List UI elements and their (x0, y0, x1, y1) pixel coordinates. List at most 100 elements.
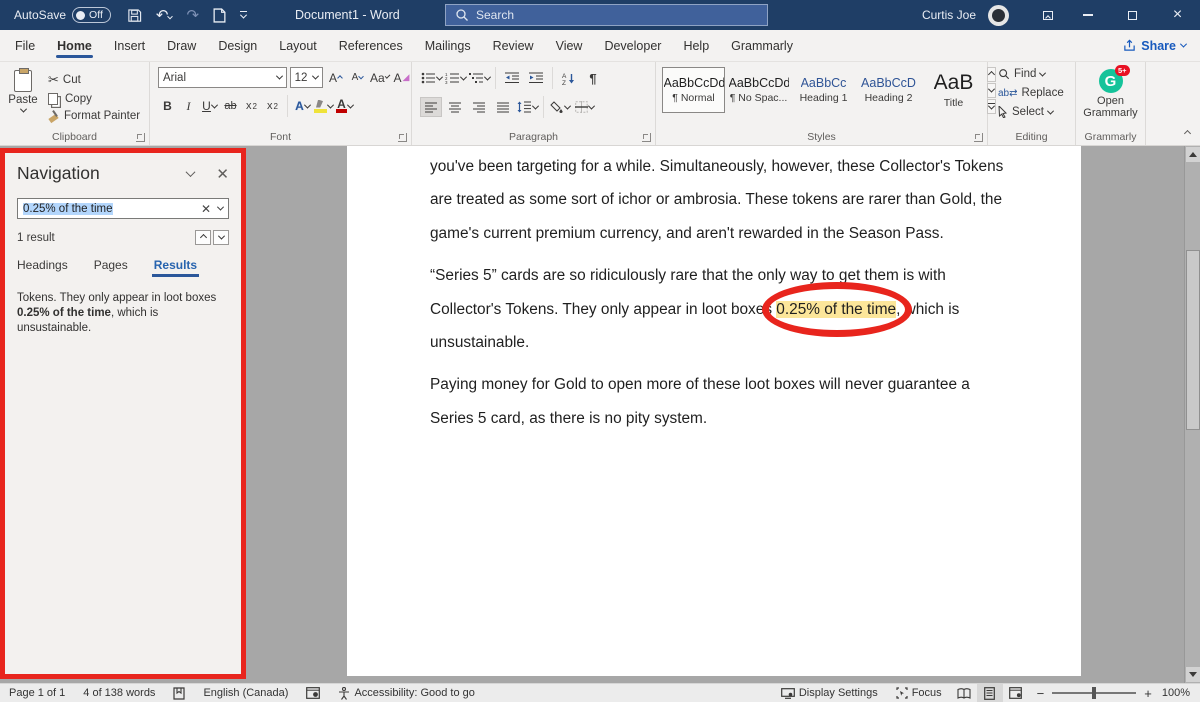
style-heading-1[interactable]: AaBbCcHeading 1 (792, 67, 855, 113)
change-case-button[interactable]: Aa (370, 68, 389, 88)
subscript-button[interactable]: x2 (242, 96, 261, 116)
redo-button[interactable]: ↷ (186, 6, 199, 24)
tab-draw[interactable]: Draw (156, 30, 207, 61)
chevron-down-icon[interactable] (186, 167, 196, 177)
maximize-button[interactable] (1110, 0, 1155, 30)
text-effects-button[interactable]: A (293, 96, 312, 116)
multilevel-list-button[interactable] (468, 68, 490, 88)
scroll-down-button[interactable] (1186, 667, 1200, 682)
decrease-indent-button[interactable] (501, 68, 523, 88)
grammarly-icon[interactable]: G5+ (1099, 69, 1123, 93)
page-number-indicator[interactable]: Page 1 of 1 (0, 684, 74, 702)
language-indicator[interactable]: English (Canada) (194, 684, 297, 702)
align-right-button[interactable] (468, 97, 490, 117)
tab-view[interactable]: View (545, 30, 594, 61)
clear-search-icon[interactable]: ✕ (201, 202, 211, 216)
tab-review[interactable]: Review (482, 30, 545, 61)
accessibility-status[interactable]: Accessibility: Good to go (329, 684, 483, 702)
line-spacing-button[interactable] (516, 97, 538, 117)
previous-result-button[interactable] (195, 230, 211, 245)
zoom-out-button[interactable]: − (1037, 686, 1045, 701)
tab-home[interactable]: Home (46, 30, 103, 61)
vertical-scrollbar[interactable] (1184, 146, 1200, 683)
scrollbar-thumb[interactable] (1186, 250, 1200, 430)
share-button[interactable]: Share (1123, 39, 1186, 53)
style--normal[interactable]: AaBbCcDd¶ Normal (662, 67, 725, 113)
tab-grammarly[interactable]: Grammarly (720, 30, 804, 61)
zoom-slider[interactable] (1052, 692, 1136, 694)
close-button[interactable]: × (1155, 0, 1200, 30)
style-title[interactable]: AaBTitle (922, 67, 985, 113)
justify-button[interactable] (492, 97, 514, 117)
close-icon[interactable]: ✕ (216, 165, 229, 183)
nav-tab-headings[interactable]: Headings (17, 258, 68, 277)
borders-button[interactable] (573, 97, 595, 117)
tab-references[interactable]: References (328, 30, 414, 61)
new-document-icon[interactable] (213, 8, 226, 23)
numbering-button[interactable]: 123 (444, 68, 466, 88)
sort-button[interactable]: AZ (558, 68, 580, 88)
style--no-spac-[interactable]: AaBbCcDd¶ No Spac... (727, 67, 790, 113)
format-painter-button[interactable]: Format Painter (46, 109, 142, 123)
navigation-search-input[interactable]: 0.25% of the time ✕ (17, 198, 229, 219)
minimize-button[interactable] (1065, 0, 1110, 30)
grow-font-button[interactable]: A (326, 68, 345, 88)
macro-recording-icon[interactable] (297, 684, 329, 702)
dialog-launcher-icon[interactable] (398, 133, 407, 142)
dialog-launcher-icon[interactable] (136, 133, 145, 142)
user-name[interactable]: Curtis Joe (922, 8, 976, 22)
nav-tab-results[interactable]: Results (154, 258, 197, 277)
bullets-button[interactable] (420, 68, 442, 88)
shrink-font-button[interactable]: A (348, 68, 367, 88)
dialog-launcher-icon[interactable] (974, 133, 983, 142)
print-layout-button[interactable] (977, 684, 1003, 702)
zoom-in-button[interactable]: + (1144, 686, 1152, 701)
underline-button[interactable]: U (200, 96, 219, 116)
font-name-combobox[interactable]: Arial (158, 67, 287, 88)
open-grammarly-button[interactable]: Open Grammarly (1076, 95, 1145, 119)
clear-formatting-button[interactable]: A◢ (392, 68, 411, 88)
zoom-slider-thumb[interactable] (1092, 687, 1096, 699)
align-center-button[interactable] (444, 97, 466, 117)
show-formatting-marks-button[interactable]: ¶ (582, 68, 604, 88)
align-left-button[interactable] (420, 97, 442, 117)
tab-insert[interactable]: Insert (103, 30, 156, 61)
focus-button[interactable]: Focus (887, 684, 951, 702)
text-highlight-button[interactable] (314, 96, 333, 116)
tab-layout[interactable]: Layout (268, 30, 328, 61)
tab-mailings[interactable]: Mailings (414, 30, 482, 61)
replace-button[interactable]: ab⇄ Replace (996, 86, 1075, 100)
tab-design[interactable]: Design (207, 30, 268, 61)
web-layout-button[interactable] (1003, 684, 1029, 702)
strikethrough-button[interactable]: ab (221, 96, 240, 116)
copy-button[interactable]: Copy (46, 92, 142, 106)
next-result-button[interactable] (213, 230, 229, 245)
proofing-icon[interactable] (164, 684, 194, 702)
collapse-ribbon-button[interactable] (1185, 125, 1190, 139)
font-color-button[interactable]: A (335, 96, 354, 116)
dialog-launcher-icon[interactable] (642, 133, 651, 142)
display-settings-button[interactable]: Display Settings (772, 684, 887, 702)
tab-file[interactable]: File (4, 30, 46, 61)
superscript-button[interactable]: x2 (263, 96, 282, 116)
customize-qat-button[interactable] (240, 11, 247, 20)
shading-button[interactable] (549, 97, 571, 117)
font-size-combobox[interactable]: 12 (290, 67, 323, 88)
tab-help[interactable]: Help (672, 30, 720, 61)
style-heading-2[interactable]: AaBbCcDHeading 2 (857, 67, 920, 113)
ribbon-display-options-button[interactable] (1031, 0, 1065, 30)
search-box[interactable]: Search (445, 4, 768, 26)
zoom-level[interactable]: 100% (1160, 687, 1200, 699)
chevron-down-icon[interactable] (217, 204, 224, 211)
avatar[interactable] (988, 5, 1009, 26)
cut-button[interactable]: ✂Cut (46, 71, 142, 89)
read-mode-button[interactable] (951, 684, 977, 702)
save-icon[interactable] (127, 8, 142, 23)
word-count-indicator[interactable]: 4 of 138 words (74, 684, 164, 702)
search-result-item[interactable]: Tokens. They only appear in loot boxes 0… (17, 291, 223, 336)
autosave-toggle[interactable]: AutoSave Off (14, 7, 111, 23)
increase-indent-button[interactable] (525, 68, 547, 88)
tab-developer[interactable]: Developer (593, 30, 672, 61)
find-button[interactable]: Find (996, 67, 1075, 81)
undo-button[interactable]: ↶ (156, 6, 173, 24)
